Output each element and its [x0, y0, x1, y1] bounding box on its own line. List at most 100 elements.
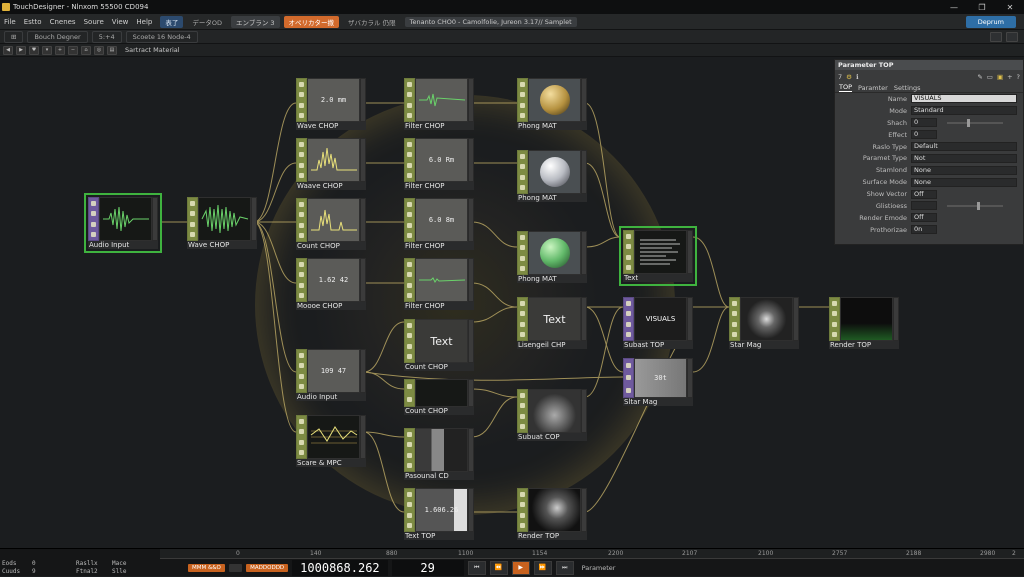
tab-top[interactable]: TOP: [839, 83, 853, 92]
raslo-type-select[interactable]: Default: [911, 142, 1017, 151]
menu-chip-2[interactable]: データOD: [187, 16, 227, 28]
nav-down-icon[interactable]: ▾: [42, 45, 52, 55]
param-row-effect: Effect 0: [835, 129, 1023, 141]
forward-arrow-icon[interactable]: ▶: [16, 45, 26, 55]
play-icon[interactable]: ▶: [511, 561, 530, 575]
node-flag-strip[interactable]: [88, 197, 99, 241]
close-icon[interactable]: ✕: [996, 0, 1024, 14]
menu-help[interactable]: Help: [132, 18, 156, 26]
frame-counter[interactable]: 29: [391, 560, 464, 576]
node-count-chop-1[interactable]: Count CHOP: [296, 198, 366, 250]
maximize-icon[interactable]: ❐: [968, 0, 996, 14]
folder-icon[interactable]: ▣: [997, 73, 1003, 81]
node-text-top[interactable]: 1.606.26 Text TOP: [404, 488, 474, 540]
mode-select[interactable]: Standard: [911, 106, 1017, 116]
node-subast-top[interactable]: VISUALS Subast TOP: [623, 297, 693, 349]
minimize-icon[interactable]: —: [940, 0, 968, 14]
node-wave-chop-1[interactable]: 2.0 mm Wave CHOP: [296, 78, 366, 130]
deploy-button[interactable]: Deprum: [965, 15, 1016, 28]
menu-chip-5[interactable]: ザバカラル 仍限: [343, 16, 401, 28]
shach-slider[interactable]: [947, 118, 1003, 127]
node-scare-mpc[interactable]: Scare & MPC: [296, 415, 366, 467]
network-path[interactable]: Sartract Material: [125, 46, 180, 54]
folder-icon[interactable]: ▤: [107, 45, 117, 55]
timecode-counter[interactable]: 1000868.262: [292, 560, 388, 576]
operator-icon[interactable]: ⚙: [846, 73, 852, 81]
toolbar-network-label[interactable]: Bouch Degner: [27, 30, 88, 43]
rewind-icon[interactable]: ⏮: [467, 561, 486, 575]
node-audio-input[interactable]: Audio Input: [84, 193, 162, 253]
name-field[interactable]: VISUALS: [911, 94, 1017, 104]
toolbar-step[interactable]: 5:+4: [91, 30, 122, 43]
node-lisengeil-chp[interactable]: Text Lisengeil CHP: [517, 297, 587, 349]
paramet-type-select[interactable]: Not: [911, 153, 1017, 163]
node-audio-input-2[interactable]: 109 47 Audio Input: [296, 349, 366, 401]
node-phong-mat-1[interactable]: Phong MAT: [517, 78, 587, 130]
help-icon[interactable]: ?: [1017, 73, 1020, 81]
node-render-top-2[interactable]: Render TOP: [829, 297, 899, 349]
toolbar-icon-button[interactable]: ⊞: [4, 30, 24, 43]
node-wave-chop-main[interactable]: Wave CHOP: [187, 197, 257, 249]
timeline-ruler[interactable]: 0 140 880 1100 1154 2200 2107 2100 2757 …: [160, 549, 1024, 559]
minus-icon[interactable]: −: [68, 45, 78, 55]
node-label: Filter CHOP: [404, 122, 474, 130]
menu-chip-1[interactable]: 表了: [160, 15, 184, 28]
node-count-chop-2[interactable]: Text Count CHOP: [404, 319, 474, 371]
node-filter-chop-1[interactable]: Filter CHOP: [404, 78, 474, 130]
add-icon[interactable]: +: [55, 45, 65, 55]
pencil-icon[interactable]: ✎: [977, 73, 982, 81]
zoom-icon[interactable]: ◎: [94, 45, 104, 55]
tab-paramter[interactable]: Paramter: [858, 84, 888, 92]
glistioess-slider[interactable]: [947, 201, 1003, 210]
node-render-top-1[interactable]: Render TOP: [517, 488, 587, 540]
menu-soure[interactable]: Soure: [80, 18, 108, 26]
timeline-mode-3[interactable]: MADDODDD: [246, 564, 289, 572]
menu-chip-3[interactable]: エンブラン 3: [231, 15, 280, 28]
home-icon[interactable]: ⌂: [81, 45, 91, 55]
effect-field[interactable]: 0: [911, 130, 937, 140]
node-phong-mat-2[interactable]: Phong MAT: [517, 150, 587, 202]
node-filter-chop-4[interactable]: Filter CHOP: [404, 258, 474, 310]
step-back-icon[interactable]: ⏪: [489, 561, 508, 575]
timeline-mode-button[interactable]: MMM &&O: [188, 564, 225, 572]
panel-grid-icon[interactable]: [1006, 32, 1018, 42]
plus-icon[interactable]: +: [1007, 73, 1012, 81]
menu-view[interactable]: View: [108, 18, 133, 26]
back-arrow-icon[interactable]: ◀: [3, 45, 13, 55]
node-label: Pasounal CD: [404, 472, 474, 480]
menu-edit[interactable]: Estto: [20, 18, 46, 26]
render-emode-toggle[interactable]: Off: [911, 213, 937, 223]
prothorizae-toggle[interactable]: 0n: [911, 225, 937, 235]
info-icon[interactable]: ℹ: [856, 73, 858, 81]
menu-cnenes[interactable]: Cnenes: [46, 18, 80, 26]
tag-icon[interactable]: ▭: [987, 73, 993, 81]
toolbar-scene[interactable]: Scoete 16 Node-4: [125, 30, 198, 43]
node-star-mag[interactable]: Star Mag: [729, 297, 799, 349]
stamlond-select[interactable]: None: [911, 165, 1017, 175]
node-count-chop-3[interactable]: Count CHOP: [404, 379, 474, 415]
shach-field[interactable]: 0: [911, 118, 937, 128]
node-subuat-cop[interactable]: Subuat COP: [517, 389, 587, 441]
node-moooe-chop[interactable]: 1.62 42 Moooe CHOP: [296, 258, 366, 310]
menu-chip-4[interactable]: オペリカター撒: [283, 15, 340, 28]
step-forward-icon[interactable]: ⏩: [533, 561, 552, 575]
tab-settings[interactable]: Settings: [894, 84, 921, 92]
timeline-mode-2[interactable]: [228, 564, 243, 572]
node-sltar-mag[interactable]: 30t Sltar Mag: [623, 358, 693, 406]
node-phong-mat-3[interactable]: Phong MAT: [517, 231, 587, 283]
node-pasounal[interactable]: Pasounal CD: [404, 428, 474, 480]
heart-icon[interactable]: ♥: [29, 45, 39, 55]
parameter-panel: Parameter TOP 7 ⚙ ℹ ✎ ▭ ▣ + ? TOP Paramt…: [834, 59, 1024, 245]
menu-file[interactable]: File: [0, 18, 20, 26]
show-vector-toggle[interactable]: Off: [911, 189, 937, 199]
node-text-selected[interactable]: Text: [619, 226, 697, 286]
node-value: 6.0 Rm: [415, 138, 468, 182]
node-wave-chop-2[interactable]: Waave CHOP: [296, 138, 366, 190]
end-icon[interactable]: ⏭: [555, 561, 574, 575]
glistioess-field[interactable]: [911, 201, 937, 211]
node-filter-chop-2[interactable]: 6.0 Rm Filter CHOP: [404, 138, 474, 190]
node-filter-chop-3[interactable]: 6.0 8m Filter CHOP: [404, 198, 474, 250]
node-preview: [99, 197, 152, 241]
surface-mode-select[interactable]: None: [911, 177, 1017, 187]
panel-layout-icon[interactable]: [990, 32, 1002, 42]
